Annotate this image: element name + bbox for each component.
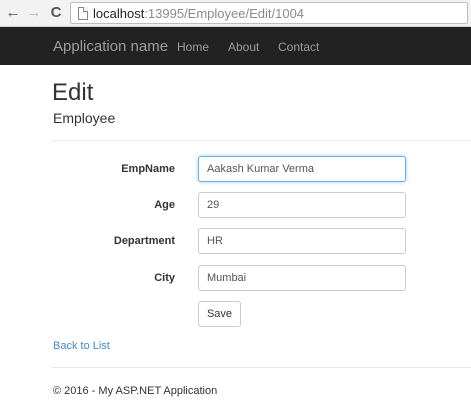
label-empname: EmpName: [121, 163, 175, 175]
department-input[interactable]: [198, 228, 406, 254]
label-age: Age: [154, 199, 175, 211]
page-icon: [78, 7, 88, 20]
label-department: Department: [113, 235, 175, 247]
browser-toolbar: ← → C localhost:13995/Employee/Edit/1004: [0, 0, 471, 27]
city-input[interactable]: [198, 265, 406, 291]
nav-link-home[interactable]: Home: [177, 40, 209, 54]
age-input[interactable]: [198, 192, 406, 218]
address-text: localhost:13995/Employee/Edit/1004: [93, 6, 304, 21]
page-subtitle: Employee: [53, 110, 116, 126]
footer-text: © 2016 - My ASP.NET Application: [53, 385, 218, 397]
empname-input[interactable]: [198, 156, 406, 182]
back-arrow-icon[interactable]: ←: [4, 3, 22, 23]
top-navbar: Application name Home About Contact: [0, 27, 471, 65]
url-path: :13995/Employee/Edit/1004: [144, 6, 305, 21]
label-city: City: [154, 272, 175, 284]
page-title: Edit: [52, 79, 94, 106]
nav-link-about[interactable]: About: [228, 40, 259, 54]
reload-icon[interactable]: C: [47, 3, 65, 23]
footer-divider: [52, 367, 471, 368]
brand-link[interactable]: Application name: [53, 38, 168, 55]
back-to-list-link[interactable]: Back to List: [53, 340, 110, 353]
nav-link-contact[interactable]: Contact: [278, 40, 319, 54]
divider: [52, 140, 471, 141]
url-host: localhost: [93, 6, 145, 21]
address-bar[interactable]: localhost:13995/Employee/Edit/1004: [70, 2, 468, 24]
save-button[interactable]: Save: [198, 301, 241, 327]
forward-arrow-icon[interactable]: →: [25, 3, 43, 23]
